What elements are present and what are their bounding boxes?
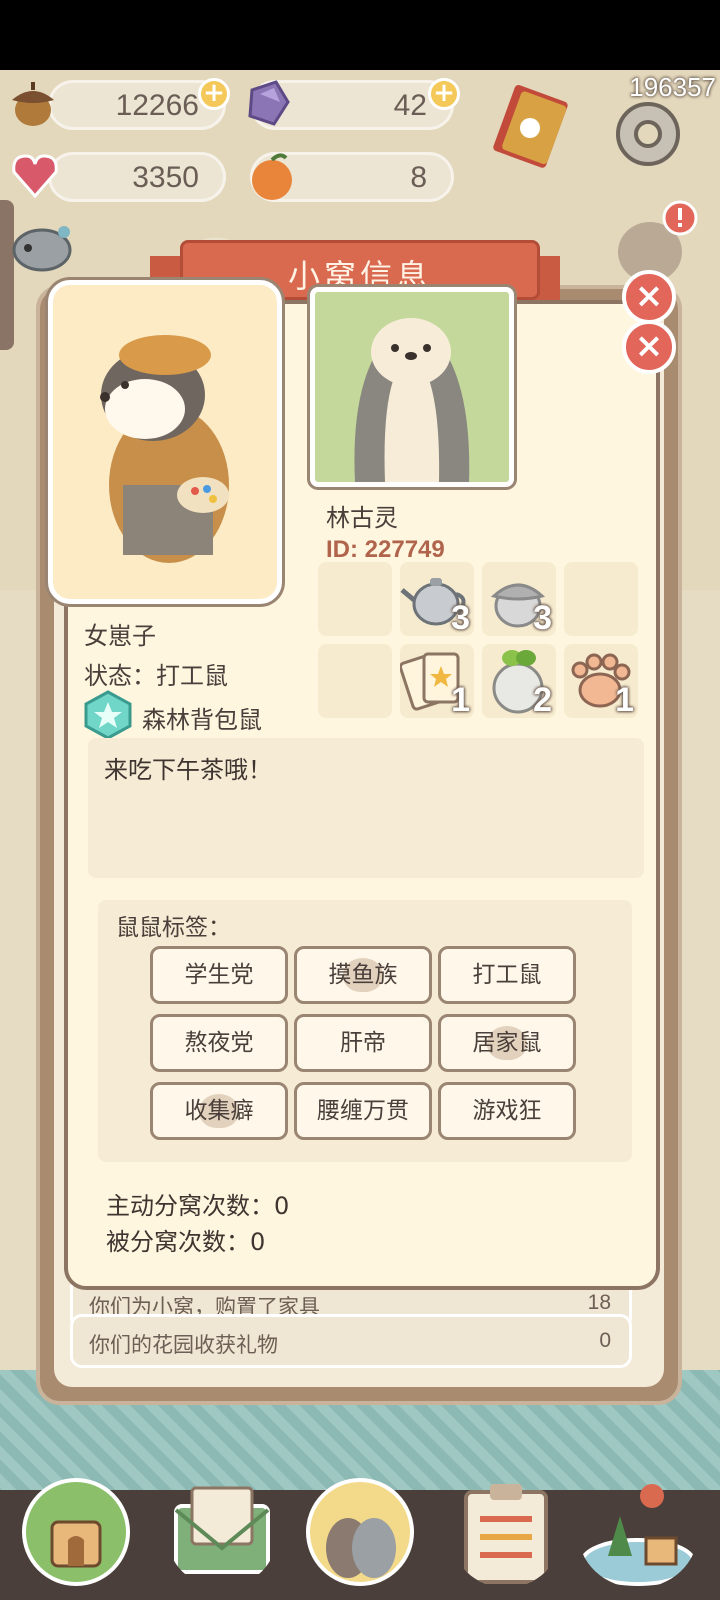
- gift-envelope-icon[interactable]: [488, 82, 576, 174]
- tag-button[interactable]: 肝帝: [294, 1014, 432, 1072]
- friend-id: ID: 227749: [326, 536, 445, 563]
- item-count: 1: [615, 681, 634, 719]
- stat-value: 18: [587, 1291, 611, 1314]
- friends-nav-icon[interactable]: [304, 1476, 416, 1588]
- tag-label: 熬夜党: [184, 1030, 254, 1056]
- rank-badge-icon: [84, 690, 132, 740]
- item-count: 3: [451, 599, 470, 637]
- crystal-value: 42: [393, 89, 427, 122]
- item-slot-empty: [318, 644, 392, 718]
- item-slot-turnip[interactable]: 2: [482, 644, 556, 719]
- tag-button[interactable]: 收集癖: [150, 1082, 288, 1140]
- orange-icon: [252, 153, 292, 200]
- tag-button[interactable]: 游戏狂: [438, 1082, 576, 1140]
- message-box: 来吃下午茶哦！: [88, 738, 644, 878]
- player-name: 女崽子: [84, 622, 156, 650]
- item-slot-acorn[interactable]: 3: [482, 562, 556, 637]
- portrait-right[interactable]: [310, 287, 514, 487]
- item-count: 3: [533, 599, 552, 637]
- add-crystal-button[interactable]: +: [428, 78, 460, 110]
- acorn-value: 12266: [115, 89, 199, 122]
- tag-label: 居家鼠: [472, 1030, 542, 1056]
- coin-total: 196357: [629, 72, 716, 102]
- tag-button[interactable]: 居家鼠: [438, 1014, 576, 1072]
- otter-painter-avatar: [100, 335, 229, 563]
- stat-label: 你们的花园收获礼物: [89, 1333, 278, 1357]
- tag-label: 腰缠万贯: [317, 1098, 409, 1124]
- tag-button[interactable]: 学生党: [150, 946, 288, 1004]
- close-button[interactable]: ×: [622, 320, 676, 374]
- item-slot-paw[interactable]: 1: [564, 644, 638, 719]
- tag-label: 收集癖: [184, 1098, 254, 1124]
- acorn-icon: [12, 82, 54, 126]
- portrait-left[interactable]: [48, 280, 282, 604]
- otter-avatar: [354, 318, 470, 482]
- tag-button[interactable]: 摸鱼族: [294, 946, 432, 1004]
- heart-value: 3350: [132, 161, 199, 194]
- active-split-count: 主动分窝次数：0: [106, 1192, 290, 1220]
- tag-button[interactable]: 打工鼠: [438, 946, 576, 1004]
- tag-button[interactable]: 腰缠万贯: [294, 1082, 432, 1140]
- orange-value: 8: [410, 161, 427, 194]
- settings-gear-icon[interactable]: [606, 92, 690, 176]
- item-slot-empty: [318, 562, 392, 636]
- stat-row-garden: 你们的花园收获礼物 0: [70, 1314, 632, 1368]
- message-text: 来吃下午茶哦！: [104, 756, 272, 784]
- tag-label: 学生党: [184, 962, 254, 988]
- tag-label: 打工鼠: [472, 962, 542, 988]
- close-glyph: ×: [634, 326, 664, 366]
- mail-nav-icon[interactable]: [166, 1476, 278, 1588]
- tag-label: 肝帝: [340, 1030, 386, 1056]
- tasks-nav-icon[interactable]: [450, 1476, 562, 1588]
- tags-title: 鼠鼠标签：: [116, 915, 231, 941]
- item-count: 1: [451, 681, 470, 719]
- item-slot-empty: [564, 562, 638, 636]
- friend-name: 林古灵: [326, 504, 398, 532]
- item-slot-teapot[interactable]: 3: [400, 562, 474, 637]
- home-nav-icon[interactable]: [20, 1476, 132, 1588]
- player-rank: 森林背包鼠: [142, 706, 262, 734]
- tag-button[interactable]: 熬夜党: [150, 1014, 288, 1072]
- close-glyph: ×: [634, 276, 664, 316]
- add-acorn-button[interactable]: +: [198, 78, 230, 110]
- item-count: 2: [533, 681, 552, 719]
- player-status: 状态：打工鼠: [84, 662, 228, 690]
- heart-gem-icon: [12, 154, 58, 199]
- tag-label: 摸鱼族: [328, 962, 398, 988]
- robot-hamster-icon[interactable]: [8, 218, 76, 274]
- tag-label: 游戏狂: [472, 1098, 542, 1124]
- map-nav-icon[interactable]: [578, 1476, 698, 1588]
- item-slot-cards[interactable]: 1: [398, 644, 474, 719]
- close-icon[interactable]: ×: [622, 270, 676, 324]
- stat-value: 0: [599, 1329, 611, 1352]
- passive-split-count: 被分窝次数：0: [106, 1228, 266, 1256]
- crystal-icon: [248, 80, 290, 126]
- heart-counter: 3350: [48, 152, 226, 202]
